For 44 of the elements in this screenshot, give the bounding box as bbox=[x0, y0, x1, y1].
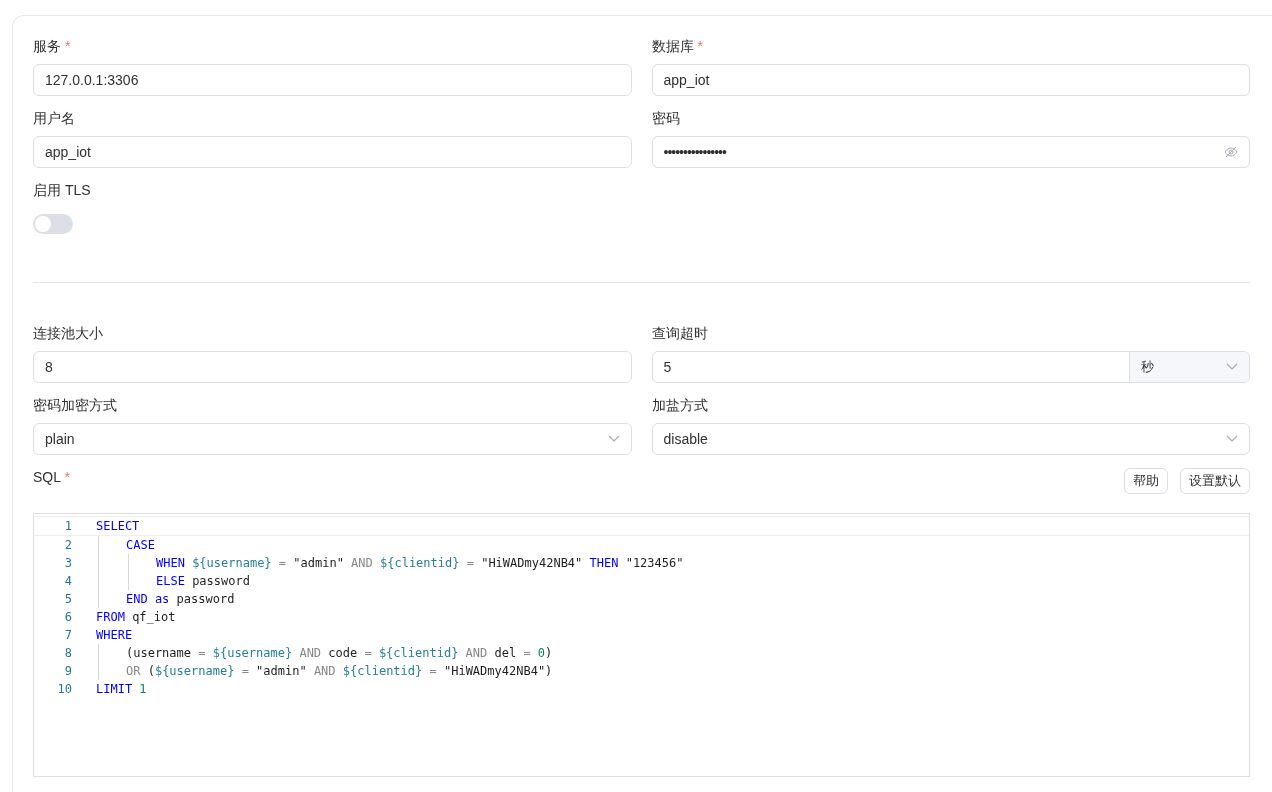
field-label: 加盐方式 bbox=[651, 396, 708, 415]
password-input[interactable]: •••••••••••••••• bbox=[651, 136, 1250, 168]
line-number: 6 bbox=[63, 610, 73, 624]
field-label: 密码 bbox=[651, 109, 680, 128]
text-input[interactable]: 8 bbox=[33, 351, 632, 383]
field-label: 服务 * bbox=[33, 37, 71, 56]
code-line: CASE bbox=[126, 538, 155, 552]
select-dropdown[interactable]: plain bbox=[33, 423, 632, 455]
chevron-down-icon bbox=[607, 435, 620, 443]
field-label: 用户名 bbox=[33, 109, 75, 128]
field-label: 启用 TLS bbox=[33, 181, 91, 200]
code-line: LIMIT 1 bbox=[96, 682, 147, 696]
code-line: WHEN ${username} = "admin" AND ${clientid} = "HiWADmy42NB4" THEN "123456" bbox=[156, 556, 684, 570]
text-input[interactable]: app_iot bbox=[33, 136, 632, 168]
code-line: END as password bbox=[126, 592, 235, 606]
line-number: 8 bbox=[63, 646, 73, 660]
code-line: OR (${username} = "admin" AND ${clientid} = "HiWADmy42NB4") bbox=[126, 664, 553, 678]
line-number: 5 bbox=[63, 592, 73, 606]
editor-button[interactable]: 设置默认 bbox=[1180, 468, 1250, 494]
line-number: 3 bbox=[63, 556, 73, 570]
chevron-down-icon bbox=[1226, 435, 1238, 443]
select-dropdown[interactable]: disable bbox=[651, 423, 1250, 455]
line-number: 7 bbox=[63, 628, 73, 642]
text-input[interactable]: app_iot bbox=[651, 64, 1250, 96]
field-label: 数据库 * bbox=[651, 37, 703, 56]
line-number: 2 bbox=[63, 538, 73, 552]
code-line: ELSE password bbox=[156, 574, 250, 588]
text-input[interactable]: 127.0.0.1:3306 bbox=[33, 64, 632, 96]
code-line: (username = ${username} AND code = ${clientid} AND del = 0) bbox=[126, 646, 553, 660]
code-line: WHERE bbox=[96, 628, 133, 642]
field-label: 连接池大小 bbox=[33, 324, 103, 343]
editor-button[interactable]: 帮助 bbox=[1124, 468, 1168, 494]
line-number: 10 bbox=[56, 682, 73, 696]
eye-hidden-icon[interactable] bbox=[1224, 146, 1238, 158]
field-label: SQL * bbox=[33, 468, 70, 487]
toggle-switch[interactable] bbox=[33, 214, 73, 234]
code-line: FROM qf_iot bbox=[96, 610, 176, 624]
code-line: SELECT bbox=[96, 519, 140, 533]
line-number: 1 bbox=[63, 519, 73, 533]
field-label: 查询超时 bbox=[651, 324, 708, 343]
line-number: 9 bbox=[63, 664, 73, 678]
line-number: 4 bbox=[63, 574, 73, 588]
code-editor[interactable] bbox=[33, 513, 1250, 777]
field-label: 密码加密方式 bbox=[33, 396, 117, 415]
